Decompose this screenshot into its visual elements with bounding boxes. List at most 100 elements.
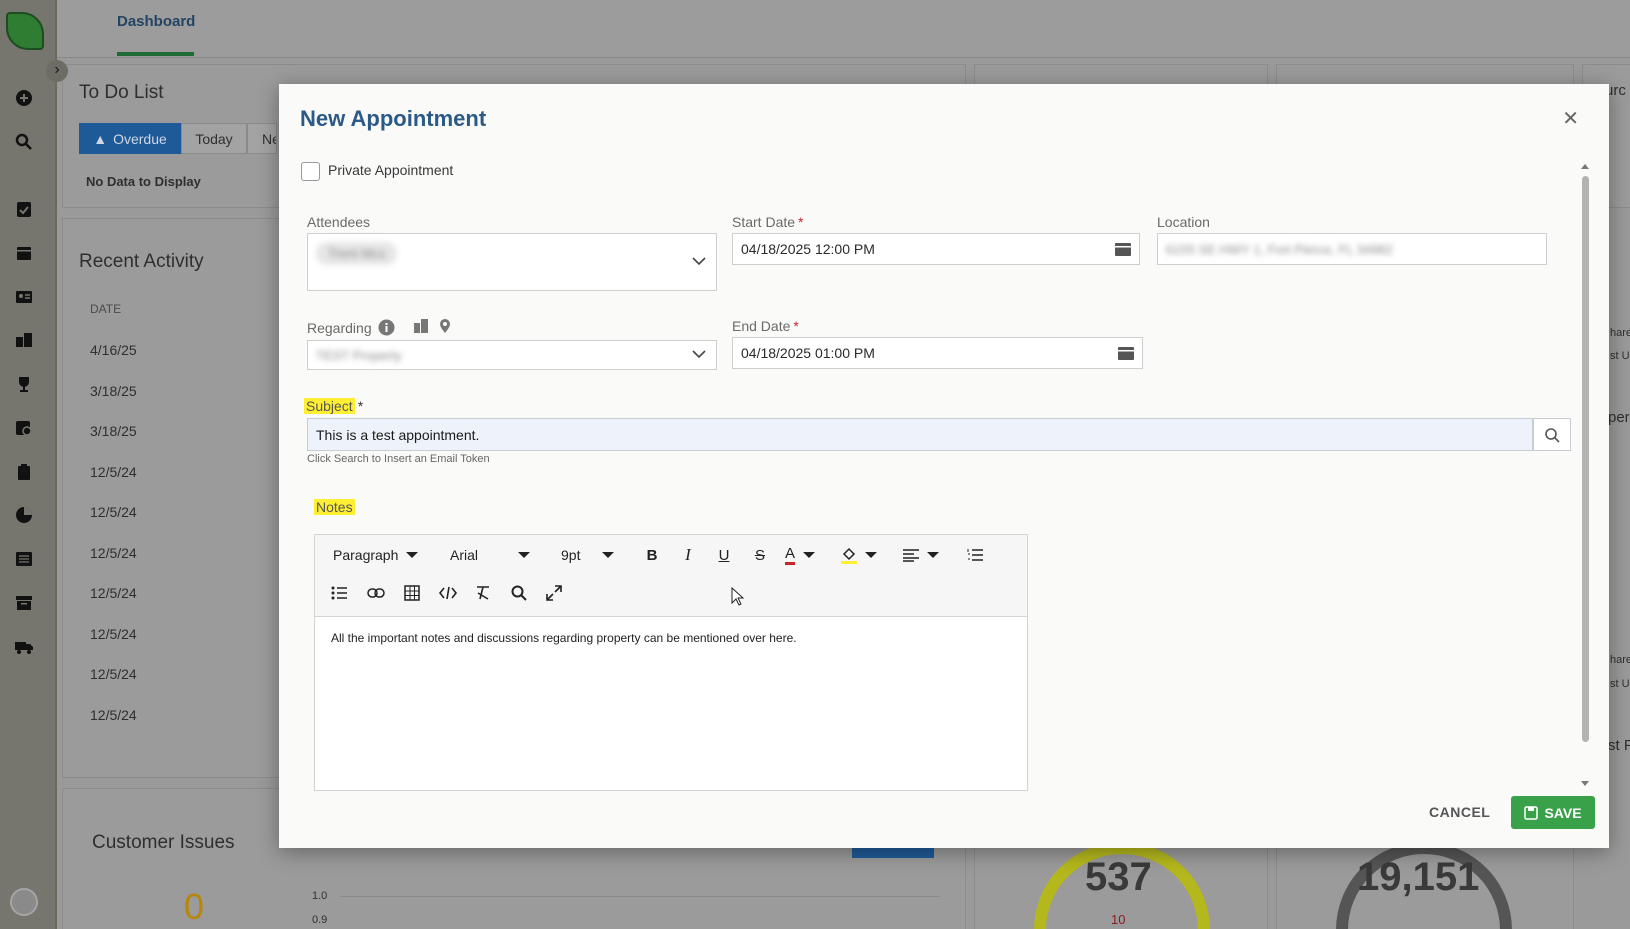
activity-date: 12/5/24 [90,707,137,723]
start-date-input[interactable]: 04/18/2025 12:00 PM [732,233,1140,265]
search-icon[interactable] [14,132,34,152]
cancel-button[interactable]: CANCEL [1429,804,1490,820]
attendees-select[interactable]: Trent Mcs [307,233,717,291]
empty-state: No Data to Display [86,174,201,189]
align-icon[interactable] [903,543,939,567]
location-input[interactable]: 6155 SE HWY 1, Fort Pierce, FL 34982 [1157,233,1547,265]
font-size-dropdown[interactable]: 9pt [561,543,615,567]
dropdown-arrow-icon [865,552,877,558]
activity-date: 3/18/25 [90,383,137,399]
font-dropdown[interactable]: Arial [450,543,531,567]
mouse-cursor-icon [731,587,745,606]
expand-sidebar-icon[interactable]: › [46,60,68,82]
fullscreen-icon[interactable] [546,581,562,605]
gauge-1-value: 537 [1085,855,1152,899]
end-date-label: End Date * [732,318,799,334]
private-appointment-checkbox[interactable] [301,162,320,181]
subject-label-text: Subject [304,398,355,414]
todo-title: To Do List [79,82,164,103]
regarding-select[interactable]: TEST Property [307,340,717,370]
regarding-value: TEST Property [316,347,402,363]
tab-overdue[interactable]: ▲ Overdue [79,123,181,154]
buildings-icon[interactable] [14,330,34,350]
highlight-color-icon[interactable] [841,543,877,567]
pie-chart-icon[interactable] [14,505,34,525]
scrollbar-thumb[interactable] [1582,176,1589,742]
save-button[interactable]: SAVE [1511,796,1595,829]
start-date-label: Start Date * [732,214,803,230]
modal-title: New Appointment [300,106,487,131]
subject-label: Subject * [304,398,363,414]
activity-date: 12/5/24 [90,504,137,520]
calendar-icon[interactable] [1115,241,1131,256]
editor-toolbar: Paragraph Arial 9pt B I U S A [315,535,1027,617]
contacts-icon[interactable] [14,287,34,307]
text-fragment: per [1608,409,1630,426]
map-pin-icon[interactable] [439,318,451,334]
dropdown-arrow-icon [406,552,419,558]
report-icon[interactable] [14,418,34,438]
activity-date: 12/5/24 [90,626,137,642]
clear-format-icon[interactable] [475,581,491,605]
add-icon[interactable] [14,88,34,108]
find-icon[interactable] [511,581,527,605]
app-logo[interactable] [6,12,44,50]
tab-overdue-label: Overdue [113,130,167,147]
truck-icon[interactable] [14,637,34,657]
text-color-icon[interactable]: A [785,543,816,567]
chevron-down-icon [692,257,706,266]
strikethrough-icon[interactable]: S [751,543,769,567]
clipboard-icon[interactable] [14,462,34,482]
link-icon[interactable] [367,581,385,605]
end-date-input[interactable]: 04/18/2025 01:00 PM [732,337,1143,369]
table-icon[interactable] [404,581,420,605]
subject-search-button[interactable] [1533,418,1571,451]
chart-gridline [340,896,940,897]
top-bar [57,0,1630,58]
scroll-down-icon[interactable] [1580,780,1590,788]
building-icon[interactable] [414,319,428,333]
gauge-2-value: 19,151 [1357,855,1480,899]
tab-next[interactable]: Ne [247,123,277,154]
text-fragment: hare [1610,654,1630,666]
active-tab-indicator [117,52,194,56]
bold-icon[interactable]: B [643,543,661,567]
list-icon[interactable] [14,549,34,569]
notes-text[interactable]: All the important notes and discussions … [331,631,797,645]
info-icon[interactable] [378,319,395,336]
activity-date: 12/5/24 [90,585,137,601]
calendar-icon[interactable] [1118,345,1134,360]
activity-date: 3/18/25 [90,423,137,439]
notes-editor: Paragraph Arial 9pt B I U S A All the im… [314,534,1028,791]
paragraph-dropdown[interactable]: Paragraph [333,543,419,567]
numbered-list-icon[interactable] [967,543,983,567]
subject-hint: Click Search to Insert an Email Token [307,453,490,465]
modal-scrollbar[interactable] [1579,162,1591,814]
align-left-icon [903,549,919,562]
calendar-icon[interactable] [14,243,34,263]
trophy-icon[interactable] [14,374,34,394]
archive-icon[interactable] [14,593,34,613]
tab-today[interactable]: Today [181,123,247,154]
save-label: SAVE [1544,804,1582,821]
underline-icon[interactable]: U [715,543,733,567]
tab-dashboard[interactable]: Dashboard [117,13,195,30]
bullet-list-icon[interactable] [331,581,347,605]
end-date-label-text: End Date [732,318,791,334]
subject-input[interactable]: This is a test appointment. [307,418,1533,451]
location-label: Location [1157,214,1210,230]
start-date-value: 04/18/2025 12:00 PM [741,241,875,257]
text-fragment: st U [1610,350,1630,362]
issues-count: 0 [184,886,205,927]
code-icon[interactable] [439,581,457,605]
italic-icon[interactable]: I [679,543,697,567]
end-date-value: 04/18/2025 01:00 PM [741,345,875,361]
search-icon [1545,427,1560,443]
dropdown-arrow-icon [927,552,939,558]
notes-label: Notes [314,499,355,515]
close-icon[interactable]: ✕ [1562,106,1579,131]
user-avatar[interactable] [10,888,38,916]
tasks-icon[interactable] [14,199,34,219]
scroll-up-icon[interactable] [1580,162,1590,170]
private-appointment-label: Private Appointment [328,162,454,178]
